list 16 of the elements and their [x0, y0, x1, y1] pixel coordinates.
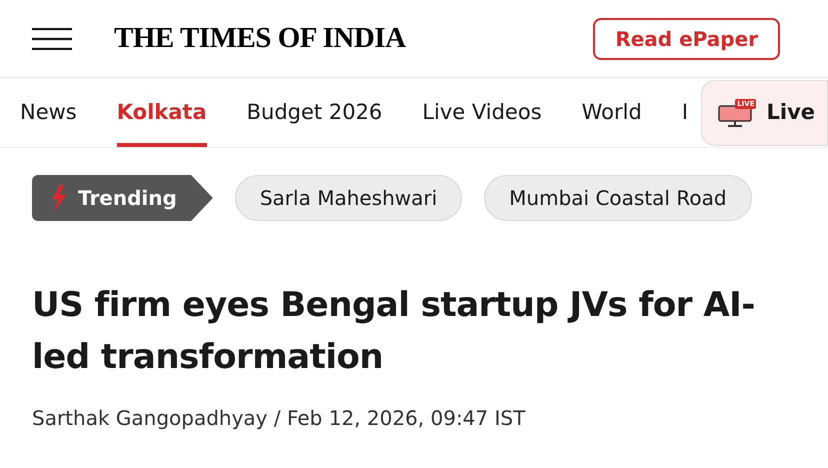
nav-tab[interactable]: Kolkata — [116, 78, 207, 147]
nav-tab[interactable]: Budget 2026 — [246, 78, 382, 147]
read-epaper-button[interactable]: Read ePaper — [593, 18, 780, 60]
trending-label: Trending — [32, 175, 213, 221]
nav-tab[interactable]: News — [20, 78, 77, 147]
nav-tab[interactable]: World — [582, 78, 642, 147]
article-byline: Sarthak Gangopadhyay / Feb 12, 2026, 09:47 IST — [31, 405, 526, 432]
logo: THE TIMES OF INDIA — [114, 20, 406, 56]
nav-tab[interactable]: Live Videos — [422, 78, 542, 147]
monitor-icon — [718, 105, 752, 127]
lightning-icon — [50, 185, 66, 211]
nav-tab[interactable]: I — [682, 78, 688, 147]
trending-tag[interactable]: Sarla Maheshwari — [234, 175, 462, 221]
menu-icon[interactable] — [32, 28, 72, 50]
article-headline: US firm eyes Bengal startup JVs for AI-led transformation — [31, 284, 756, 379]
trending-tag[interactable]: Mumbai Coastal Road — [484, 175, 752, 221]
